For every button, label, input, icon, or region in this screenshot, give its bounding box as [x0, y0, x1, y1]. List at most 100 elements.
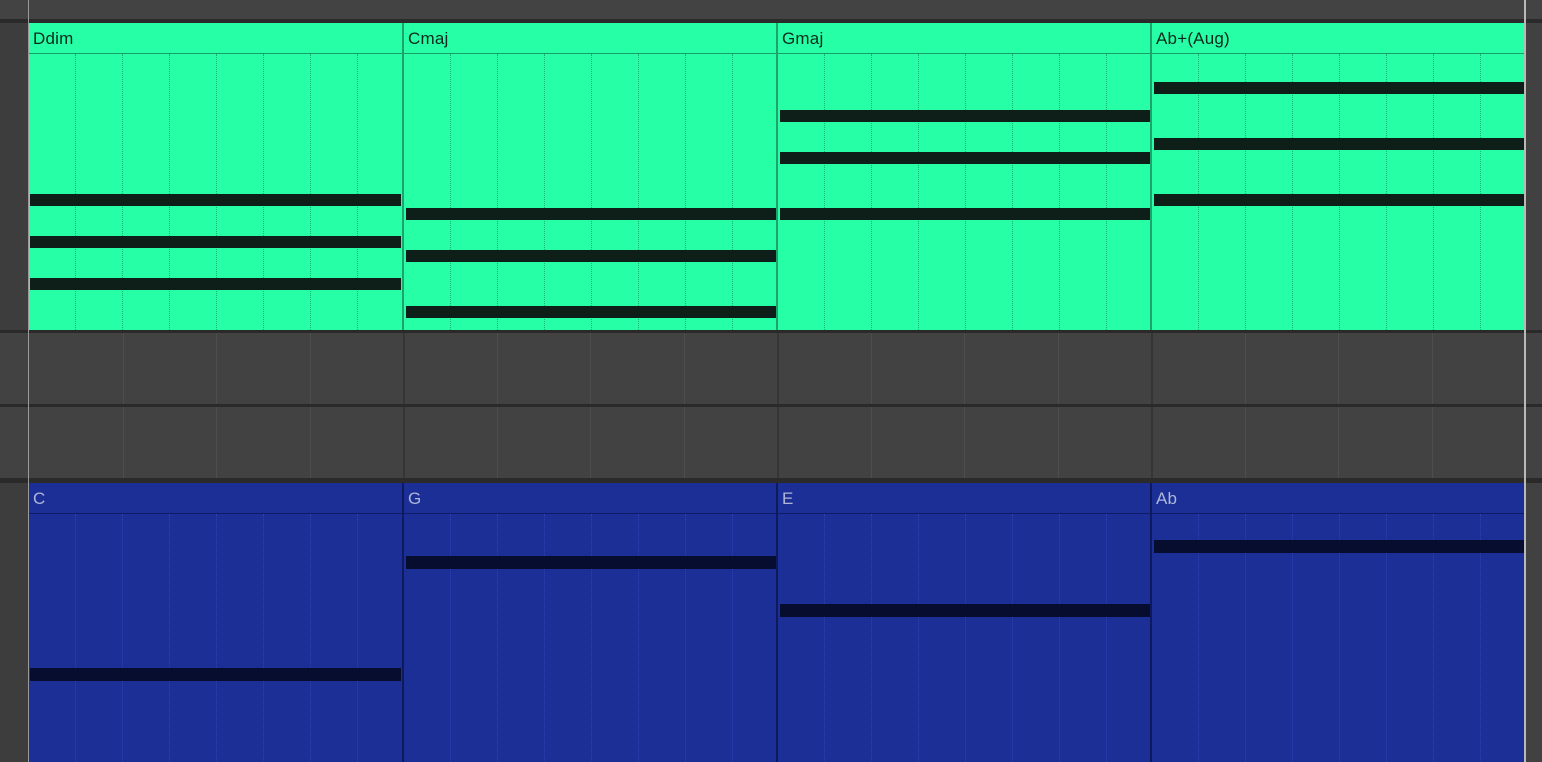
grid-line	[1058, 333, 1059, 404]
midi-note[interactable]	[1154, 540, 1524, 553]
midi-note[interactable]	[780, 110, 1150, 122]
beat-line	[965, 514, 966, 762]
grid-line	[964, 407, 965, 478]
grid-line	[590, 333, 591, 404]
grid-line	[216, 407, 217, 478]
beat-line	[1386, 54, 1387, 330]
empty-track-lane-2[interactable]	[0, 407, 1542, 478]
midi-clip-4[interactable]: Ab+(Aug)	[1152, 23, 1525, 330]
loop-end-marker[interactable]	[1524, 0, 1526, 762]
midi-note[interactable]	[30, 236, 401, 248]
clip-note-area[interactable]	[778, 514, 1150, 762]
beat-line	[75, 514, 76, 762]
clip-note-area[interactable]	[404, 514, 776, 762]
clip-note-area[interactable]	[778, 54, 1150, 330]
grid-line	[1432, 333, 1433, 404]
midi-note[interactable]	[406, 306, 776, 318]
grid-line	[1432, 407, 1433, 478]
bar-line	[777, 407, 779, 478]
beat-line	[450, 54, 451, 330]
beat-line	[732, 514, 733, 762]
midi-note[interactable]	[780, 604, 1150, 617]
beat-line	[1433, 54, 1434, 330]
clip-title: E	[778, 483, 1150, 514]
clip-title: Ab	[1152, 483, 1525, 514]
beat-line	[685, 54, 686, 330]
grid-line	[216, 333, 217, 404]
midi-note[interactable]	[406, 208, 776, 220]
beat-line	[544, 54, 545, 330]
beat-line	[450, 514, 451, 762]
beat-line	[918, 514, 919, 762]
midi-note[interactable]	[406, 250, 776, 262]
midi-note[interactable]	[30, 668, 401, 681]
beat-line	[871, 54, 872, 330]
midi-note[interactable]	[1154, 194, 1524, 206]
clip-note-area[interactable]	[404, 54, 776, 330]
beat-line	[1339, 54, 1340, 330]
arrangement-view: Ddim Cmaj Gmaj Ab+(Aug) C G E Ab	[0, 0, 1542, 762]
grid-line	[1338, 407, 1339, 478]
beat-line	[1245, 54, 1246, 330]
loop-start-marker[interactable]	[28, 0, 29, 762]
beat-line	[591, 54, 592, 330]
midi-clip-8[interactable]: Ab	[1152, 483, 1525, 762]
midi-note[interactable]	[780, 152, 1150, 164]
midi-clip-5[interactable]: C	[29, 483, 404, 762]
midi-note[interactable]	[406, 556, 776, 569]
grid-line	[590, 407, 591, 478]
track-lane-top[interactable]	[0, 0, 1542, 19]
midi-note[interactable]	[1154, 138, 1524, 150]
beat-line	[1198, 54, 1199, 330]
beat-line	[824, 514, 825, 762]
midi-note[interactable]	[780, 208, 1150, 220]
grid-line	[684, 407, 685, 478]
beat-line	[1059, 54, 1060, 330]
midi-note[interactable]	[30, 278, 401, 290]
clip-note-area[interactable]	[29, 54, 402, 330]
beat-line	[638, 514, 639, 762]
bar-line	[1151, 407, 1153, 478]
clip-title: Gmaj	[778, 23, 1150, 54]
beat-line	[1480, 54, 1481, 330]
clip-note-area[interactable]	[1152, 514, 1525, 762]
beat-line	[591, 514, 592, 762]
midi-clip-1[interactable]: Ddim	[29, 23, 404, 330]
midi-clip-6[interactable]: G	[404, 483, 778, 762]
beat-line	[497, 514, 498, 762]
beat-line	[497, 54, 498, 330]
midi-note[interactable]	[30, 194, 401, 206]
clip-title: G	[404, 483, 776, 514]
beat-line	[357, 514, 358, 762]
beat-line	[1106, 54, 1107, 330]
midi-clip-3[interactable]: Gmaj	[778, 23, 1152, 330]
midi-clip-7[interactable]: E	[778, 483, 1152, 762]
midi-clip-2[interactable]: Cmaj	[404, 23, 778, 330]
grid-line	[1245, 333, 1246, 404]
beat-line	[732, 54, 733, 330]
empty-track-lane-1[interactable]	[0, 333, 1542, 404]
grid-line	[310, 333, 311, 404]
clip-title: Ddim	[29, 23, 402, 54]
grid-line	[684, 333, 685, 404]
beat-line	[1059, 514, 1060, 762]
bar-line	[403, 333, 405, 404]
grid-line	[1338, 333, 1339, 404]
beat-line	[824, 54, 825, 330]
grid-line	[1245, 407, 1246, 478]
midi-note[interactable]	[1154, 82, 1524, 94]
clip-note-area[interactable]	[29, 514, 402, 762]
bar-line	[1151, 333, 1153, 404]
beat-line	[685, 514, 686, 762]
bar-line	[403, 407, 405, 478]
grid-line	[497, 333, 498, 404]
grid-line	[1058, 407, 1059, 478]
clip-note-area[interactable]	[1152, 54, 1525, 330]
grid-line	[871, 407, 872, 478]
beat-line	[1292, 54, 1293, 330]
clip-title: C	[29, 483, 402, 514]
clip-title: Ab+(Aug)	[1152, 23, 1525, 54]
beat-line	[122, 514, 123, 762]
beat-line	[918, 54, 919, 330]
beat-line	[965, 54, 966, 330]
